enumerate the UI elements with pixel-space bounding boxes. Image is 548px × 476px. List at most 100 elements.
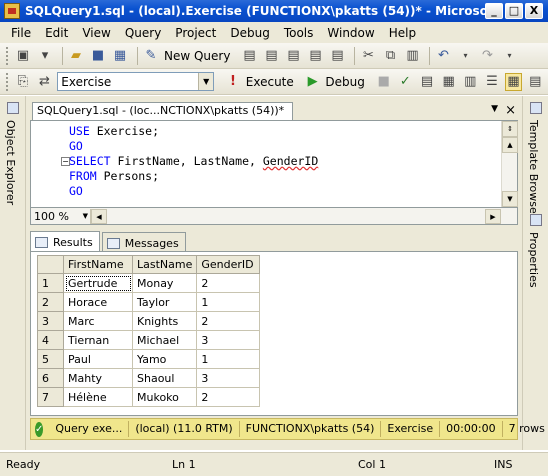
open-folder-icon[interactable]: ▰ — [67, 47, 85, 65]
add-item-icon[interactable]: ▾ — [36, 47, 54, 65]
row-number[interactable]: 7 — [37, 387, 64, 407]
table-row[interactable]: 3 Marc Knights 2 — [37, 311, 261, 331]
maximize-button[interactable]: □ — [505, 3, 523, 19]
toolbar-grip[interactable] — [6, 46, 9, 65]
cell-firstname[interactable]: Paul — [63, 349, 133, 369]
code-text[interactable]: USE Exercise; GO SELECT FirstName, LastN… — [69, 124, 318, 199]
menu-tools[interactable]: Tools — [277, 26, 321, 40]
pin-icon[interactable]: ▼ — [491, 104, 498, 114]
properties-tab[interactable]: Properties — [527, 232, 540, 288]
cell-firstname[interactable]: Mahty — [63, 368, 133, 388]
debug-button[interactable]: Debug — [325, 75, 364, 89]
row-number[interactable]: 6 — [37, 368, 64, 388]
column-header-firstname[interactable]: FirstName — [63, 255, 133, 274]
cell-genderid[interactable]: 2 — [196, 273, 261, 293]
template-browser-tab[interactable]: Template Browser — [527, 120, 540, 218]
cell-genderid[interactable]: 3 — [196, 368, 261, 388]
menu-window[interactable]: Window — [320, 26, 381, 40]
display-plan-icon[interactable]: ▤ — [418, 73, 436, 91]
scroll-up-icon[interactable]: ▲ — [502, 137, 518, 153]
mdx-query-icon[interactable]: ▤ — [262, 47, 280, 65]
table-row[interactable]: 6 Mahty Shaoul 3 — [37, 368, 261, 388]
cancel-query-icon[interactable]: ■ — [375, 73, 393, 91]
cell-lastname[interactable]: Mukoko — [131, 387, 198, 407]
menu-view[interactable]: View — [75, 26, 117, 40]
cell-lastname[interactable]: Knights — [131, 311, 198, 331]
column-header-lastname[interactable]: LastName — [131, 255, 198, 274]
table-row[interactable]: 7 Hélène Mukoko 2 — [37, 387, 261, 407]
database-select[interactable]: Exercise ▼ — [57, 72, 215, 91]
table-row[interactable]: 2 Horace Taylor 1 — [37, 292, 261, 312]
cell-firstname[interactable]: Marc — [63, 311, 133, 331]
properties-icon[interactable] — [530, 214, 542, 226]
column-header-genderid[interactable]: GenderID — [196, 255, 261, 274]
table-row[interactable]: 4 Tiernan Michael 3 — [37, 330, 261, 350]
row-number[interactable]: 2 — [37, 292, 64, 312]
parse-checkmark-icon[interactable]: ✓ — [397, 73, 415, 91]
execute-icon[interactable]: ! — [224, 73, 242, 91]
cell-genderid[interactable]: 1 — [196, 349, 261, 369]
redo-icon[interactable]: ↷ — [478, 47, 496, 65]
row-number[interactable]: 1 — [37, 273, 64, 293]
new-project-icon[interactable]: ▣ — [14, 47, 32, 65]
undo-dropdown-icon[interactable]: ▾ — [456, 47, 474, 65]
redo-dropdown-icon[interactable]: ▾ — [500, 47, 518, 65]
cell-lastname[interactable]: Yamo — [131, 349, 198, 369]
cell-firstname[interactable]: Hélène — [63, 387, 133, 407]
intellisense-icon[interactable]: ▥ — [461, 73, 479, 91]
editor-vertical-scrollbar[interactable]: ⇕ ▲ ▼ — [501, 121, 518, 207]
object-explorer-icon[interactable] — [7, 102, 19, 114]
cell-firstname[interactable]: Gertrude — [63, 273, 133, 293]
dax-query-icon[interactable]: ▤ — [328, 47, 346, 65]
cell-genderid[interactable]: 1 — [196, 292, 261, 312]
dmx-query-icon[interactable]: ▤ — [284, 47, 302, 65]
table-row[interactable]: 5 Paul Yamo 1 — [37, 349, 261, 369]
change-connection-icon[interactable]: ⇄ — [36, 73, 54, 91]
menu-edit[interactable]: Edit — [38, 26, 75, 40]
grid-corner[interactable] — [37, 255, 64, 274]
cell-lastname[interactable]: Michael — [131, 330, 198, 350]
row-number[interactable]: 5 — [37, 349, 64, 369]
cell-genderid[interactable]: 3 — [196, 330, 261, 350]
toolbar-grip[interactable] — [6, 72, 9, 91]
scroll-right-icon[interactable]: ▶ — [485, 208, 501, 224]
tab-messages[interactable]: Messages — [101, 232, 186, 251]
chevron-down-icon[interactable]: ▼ — [83, 209, 88, 224]
cell-firstname[interactable]: Tiernan — [63, 330, 133, 350]
close-button[interactable]: X — [525, 3, 543, 19]
save-icon[interactable]: ■ — [89, 47, 107, 65]
close-tab-icon[interactable]: × — [505, 103, 516, 118]
menu-query[interactable]: Query — [118, 26, 168, 40]
paste-icon[interactable]: ▥ — [403, 47, 421, 65]
menu-project[interactable]: Project — [168, 26, 223, 40]
object-explorer-tab[interactable]: Object Explorer — [4, 120, 17, 205]
cell-lastname[interactable]: Taylor — [131, 292, 198, 312]
menu-help[interactable]: Help — [382, 26, 423, 40]
results-to-text-icon[interactable]: ☰ — [483, 73, 501, 91]
editor-horizontal-scrollbar[interactable]: ◀ ▶ — [91, 208, 517, 224]
debug-play-icon[interactable]: ▶ — [304, 73, 322, 91]
results-to-grid-icon[interactable]: ▦ — [504, 72, 523, 91]
scroll-left-icon[interactable]: ◀ — [91, 208, 107, 224]
xmla-query-icon[interactable]: ▤ — [306, 47, 324, 65]
copy-icon[interactable]: ⧉ — [381, 47, 399, 65]
query-editor[interactable]: − USE Exercise; GO SELECT FirstName, Las… — [30, 120, 518, 208]
cell-genderid[interactable]: 2 — [196, 387, 261, 407]
connect-icon[interactable]: ⎘ — [14, 73, 32, 91]
new-query-button[interactable]: New Query — [164, 49, 230, 63]
split-icon[interactable]: ⇕ — [502, 121, 518, 137]
minimize-button[interactable]: _ — [485, 3, 503, 19]
db-engine-query-icon[interactable]: ▤ — [240, 47, 258, 65]
tab-results[interactable]: Results — [30, 231, 100, 251]
undo-icon[interactable]: ↶ — [434, 47, 452, 65]
save-all-icon[interactable]: ▦ — [111, 47, 129, 65]
cell-lastname[interactable]: Monay — [131, 273, 198, 293]
cell-genderid[interactable]: 2 — [196, 311, 261, 331]
new-query-icon[interactable]: ✎ — [142, 47, 160, 65]
menu-debug[interactable]: Debug — [223, 26, 276, 40]
results-to-file-icon[interactable]: ▤ — [526, 73, 544, 91]
zoom-select[interactable]: 100 % ▼ — [31, 208, 91, 224]
row-number[interactable]: 3 — [37, 311, 64, 331]
query-design-icon[interactable]: ▦ — [440, 73, 458, 91]
chevron-down-icon[interactable]: ▼ — [198, 73, 214, 90]
